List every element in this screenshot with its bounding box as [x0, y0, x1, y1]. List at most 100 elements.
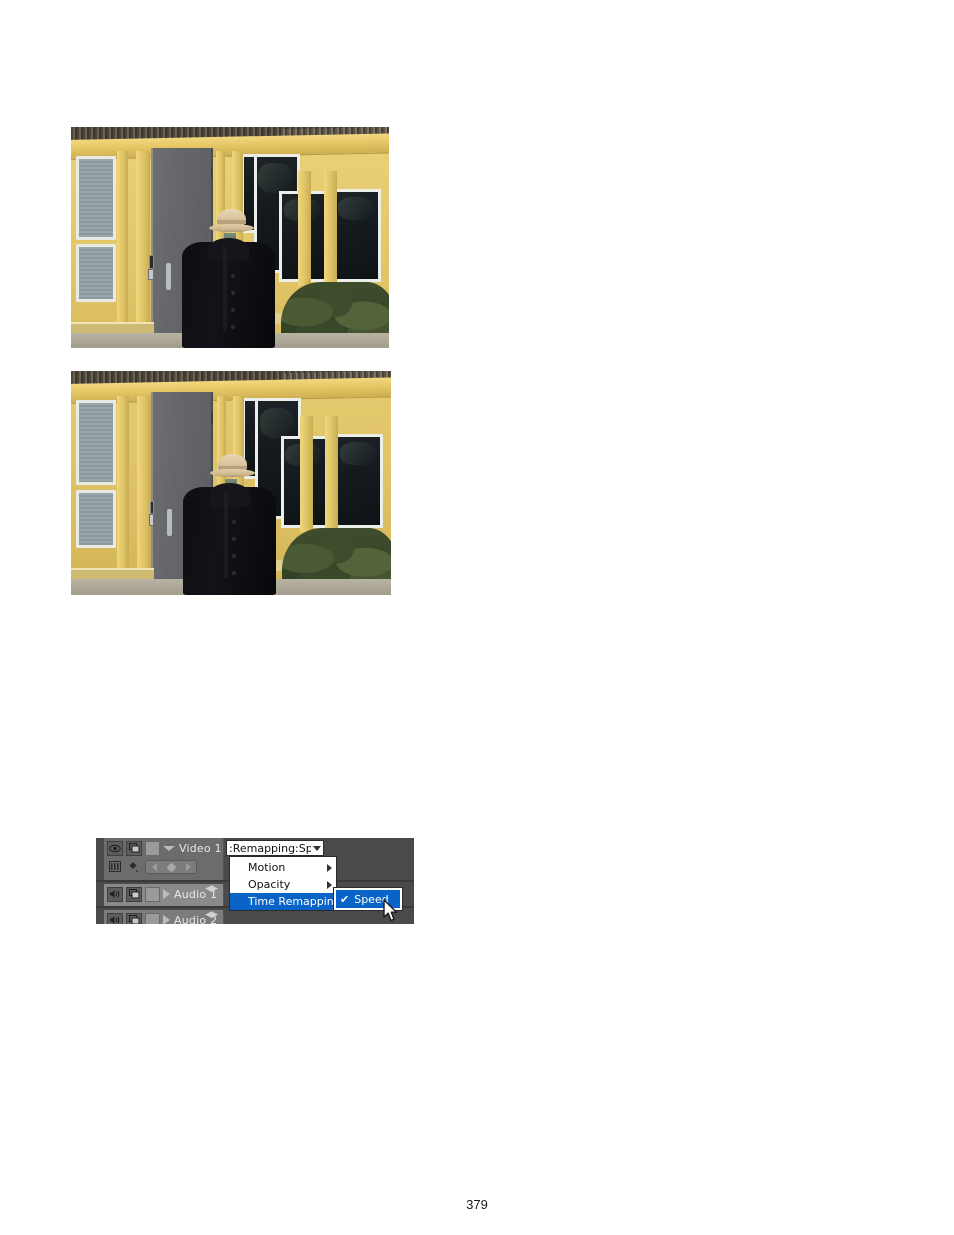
hat-brim	[210, 468, 255, 477]
submenu-item-speed[interactable]: ✔ Speed	[336, 890, 400, 908]
window-blinds-lower-left	[75, 489, 116, 548]
track-header-audio2[interactable]: Audio 2 ◀▶	[104, 910, 224, 924]
keyframe-navigator[interactable]	[145, 860, 197, 874]
coat-collar	[208, 483, 250, 507]
glass-reflection	[259, 407, 295, 438]
coat-button	[231, 273, 236, 278]
speaker-icon[interactable]	[107, 912, 123, 924]
chevron-down-icon[interactable]	[313, 845, 321, 851]
track-header-video1[interactable]: Video 1	[104, 838, 224, 880]
blinds-slats	[78, 158, 113, 237]
effect-dropdown-button[interactable]: :Remapping:Speed	[226, 840, 324, 856]
blinds-slats	[78, 403, 113, 483]
track-color-swatch[interactable]	[145, 840, 160, 856]
expand-triangle-icon[interactable]	[163, 889, 170, 899]
coat-button	[231, 324, 236, 329]
time-remapping-submenu[interactable]: ✔ Speed	[333, 887, 403, 911]
track-label-video1: Video 1	[179, 841, 222, 855]
coat-button	[232, 519, 237, 524]
glass-reflection	[339, 442, 376, 465]
bowtie-icon: ◀▶	[205, 910, 218, 920]
coat-lapel	[223, 491, 228, 578]
photo-scene-before	[71, 127, 389, 348]
eye-icon[interactable]	[107, 840, 123, 856]
track-row-audio2[interactable]: Audio 2 ◀▶	[96, 910, 414, 924]
window-sill-ledge	[71, 321, 154, 333]
keyframe-display-icon[interactable]	[107, 860, 123, 875]
menu-item-label: Time Remapping	[248, 895, 341, 908]
coat-lapel	[222, 246, 227, 331]
wall-mullion-5	[299, 415, 313, 533]
previous-keyframe-icon[interactable]	[151, 863, 157, 871]
menu-item-label: Motion	[248, 861, 286, 874]
track-header-row-tools	[107, 859, 197, 875]
checkmark-icon: ✔	[340, 892, 350, 906]
coat-button	[232, 536, 237, 541]
coat-button	[232, 571, 237, 576]
coat-button	[231, 290, 236, 295]
track-color-swatch[interactable]	[145, 886, 160, 902]
effect-context-menu[interactable]: Motion Opacity Time Remapping	[229, 856, 346, 911]
door-card-reader	[149, 254, 154, 269]
floating-hat	[209, 208, 254, 236]
chevron-right-icon	[327, 863, 332, 872]
menu-item-time-remapping[interactable]: Time Remapping	[230, 893, 346, 910]
menu-item-motion[interactable]: Motion	[230, 859, 336, 876]
toggle-sync-icon[interactable]	[126, 840, 142, 856]
toggle-sync-icon[interactable]	[126, 912, 142, 924]
toggle-sync-icon[interactable]	[126, 886, 142, 902]
wall-mullion-2	[136, 151, 151, 348]
floating-hat	[210, 453, 255, 481]
track-header-row-toggles: Audio 2	[107, 912, 217, 924]
window-glass-c	[335, 433, 383, 528]
track-header-row-toggles: Audio 1	[107, 886, 217, 902]
wall-mullion-1	[117, 395, 129, 595]
glass-reflection	[338, 197, 374, 220]
floating-coat	[183, 483, 276, 595]
bowtie-icon: ◀▶	[205, 884, 218, 894]
pen-tool-icon[interactable]	[126, 860, 142, 875]
expand-triangle-icon[interactable]	[163, 915, 170, 924]
window-blinds-upper-left	[75, 155, 116, 240]
glass-reflection	[258, 163, 293, 193]
hat-brim	[209, 223, 254, 232]
door-handle	[166, 262, 172, 290]
wall-mullion-5	[298, 171, 312, 287]
effect-dropdown-label: :Remapping:Speed	[229, 841, 311, 855]
wall-mullion-2	[136, 395, 151, 595]
page-number: 379	[466, 1197, 488, 1212]
wall-mullion-1	[117, 151, 129, 348]
door-hinge	[210, 167, 213, 180]
menu-item-opacity[interactable]: Opacity	[230, 876, 336, 893]
window-sill-ledge	[71, 568, 155, 580]
track-color-swatch[interactable]	[145, 912, 160, 924]
window-blinds-upper-left	[75, 400, 116, 486]
timeline-panel-figure: Video 1 Audio 1 ◀▶ Audio 2 ◀▶:Remapping…	[96, 838, 414, 924]
coat-collar	[208, 237, 249, 261]
blinds-slats	[78, 247, 113, 299]
wall-mullion-6	[325, 415, 339, 533]
coat-button	[232, 554, 237, 559]
door-latch	[148, 268, 154, 281]
track-header-row-toggles: Video 1	[107, 840, 222, 856]
figure-invisible-man-after	[71, 371, 391, 595]
figure-invisible-man-before	[71, 127, 389, 348]
track-header-audio1[interactable]: Audio 1 ◀▶	[104, 884, 224, 906]
window-blinds-lower-left	[75, 244, 116, 302]
door-card-reader	[149, 500, 155, 515]
floating-coat	[182, 237, 275, 348]
next-keyframe-icon[interactable]	[185, 863, 191, 871]
speaker-icon[interactable]	[107, 886, 123, 902]
photo-scene-after	[71, 371, 391, 595]
wall-mullion-6	[323, 171, 337, 287]
menu-item-label: Opacity	[248, 878, 291, 891]
submenu-item-label: Speed	[354, 892, 389, 906]
door-hinge	[211, 411, 214, 424]
door-latch	[148, 514, 155, 527]
chevron-right-icon	[327, 880, 332, 889]
door-handle	[167, 508, 172, 537]
collapse-triangle-icon[interactable]	[163, 845, 175, 851]
add-keyframe-icon[interactable]	[166, 862, 176, 872]
blinds-slats	[78, 492, 113, 545]
window-glass-c	[333, 188, 382, 282]
